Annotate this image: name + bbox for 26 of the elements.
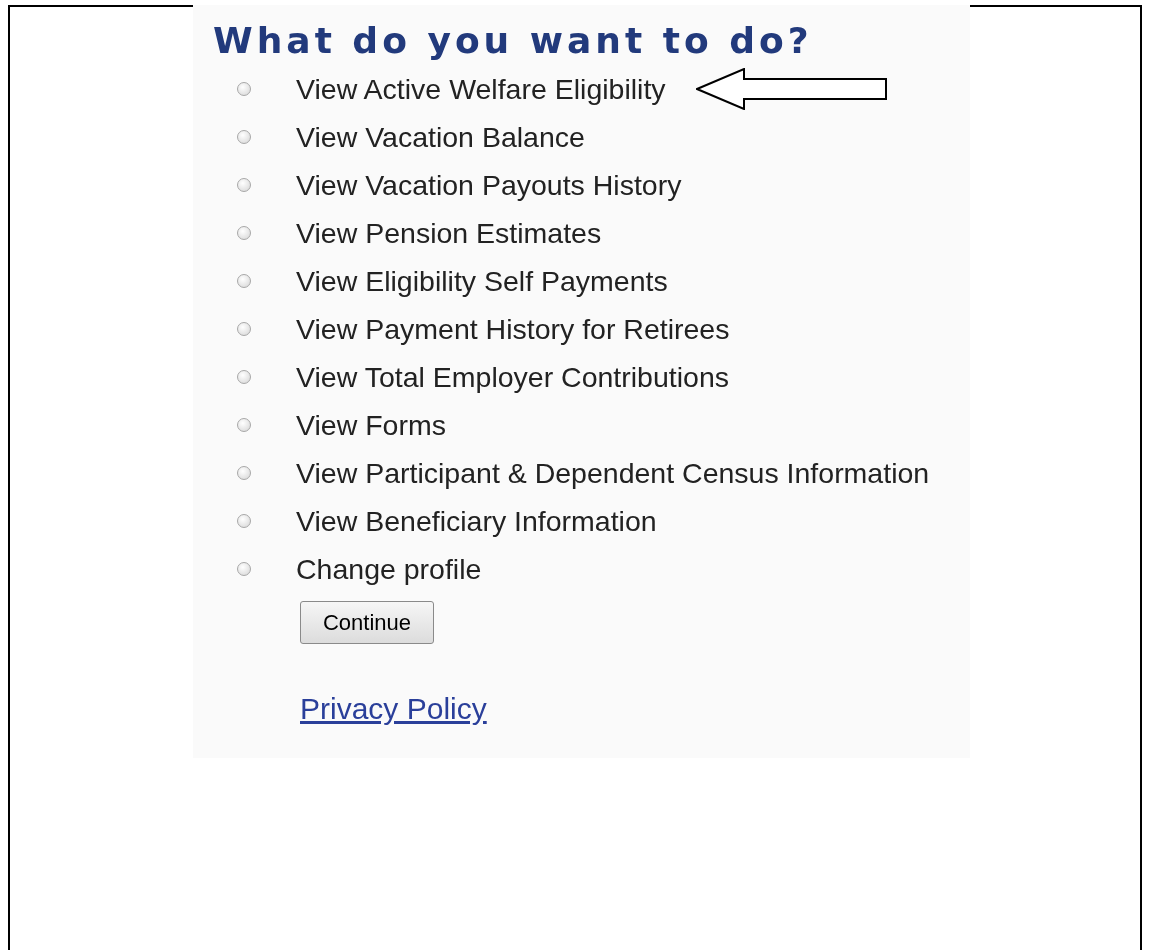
option-label: View Payment History for Retirees [296, 312, 730, 346]
radio-button[interactable] [237, 178, 251, 192]
radio-button[interactable] [237, 370, 251, 384]
privacy-policy-link[interactable]: Privacy Policy [300, 692, 487, 726]
radio-button[interactable] [237, 418, 251, 432]
option-label: View Forms [296, 408, 446, 442]
option-label: View Vacation Payouts History [296, 168, 682, 202]
option-label: View Beneficiary Information [296, 504, 657, 538]
option-label: View Pension Estimates [296, 216, 602, 250]
radio-button[interactable] [237, 466, 251, 480]
option-label: View Participant & Dependent Census Information [296, 456, 930, 490]
radio-button[interactable] [237, 322, 251, 336]
arrow-icon [695, 68, 888, 110]
radio-button[interactable] [237, 226, 251, 240]
radio-button[interactable] [237, 274, 251, 288]
continue-button[interactable]: Continue [300, 601, 434, 644]
option-label: View Total Employer Contributions [296, 360, 729, 394]
option-label: View Vacation Balance [296, 120, 585, 154]
radio-button[interactable] [237, 130, 251, 144]
radio-button[interactable] [237, 514, 251, 528]
option-label: View Eligibility Self Payments [296, 264, 668, 298]
radio-button[interactable] [237, 562, 251, 576]
radio-button[interactable] [237, 82, 251, 96]
page-heading: What do you want to do? [213, 21, 813, 61]
option-label: Change profile [296, 552, 482, 586]
option-label: View Active Welfare Eligibility [296, 72, 666, 106]
